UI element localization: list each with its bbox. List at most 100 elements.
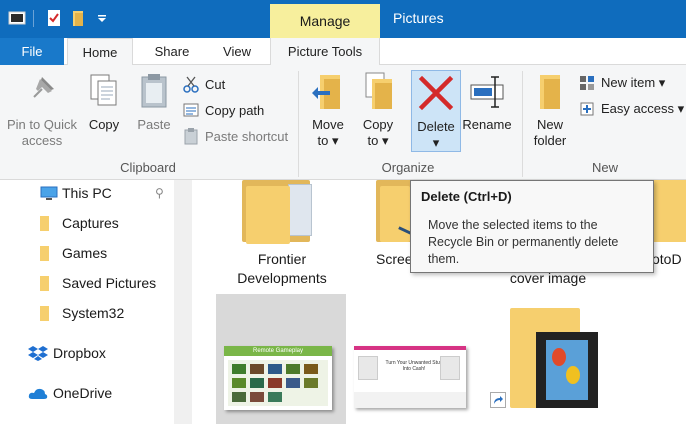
pin-label-line1: Pin to Quick <box>6 117 78 132</box>
paste-shortcut-button[interactable]: Paste shortcut <box>182 126 288 146</box>
window-icon[interactable] <box>8 9 26 27</box>
tab-file[interactable]: File <box>0 38 64 65</box>
paste-shortcut-icon <box>182 127 200 145</box>
tooltip-line: them. <box>428 252 460 266</box>
folder-item-frontier-developments[interactable]: Frontier Developments <box>220 180 344 290</box>
copy-path-icon <box>182 101 200 119</box>
move-to-button[interactable]: Move to ▾ <box>306 71 350 149</box>
thumbnail-ad-text: Turn Your Unwanted Stuff Into Cash! <box>385 360 443 372</box>
nav-item-label: Games <box>62 245 108 261</box>
rename-icon <box>469 71 505 111</box>
cut-label: Cut <box>205 76 226 92</box>
easy-access-icon <box>578 100 596 118</box>
image-item-selected[interactable]: Remote Gameplay <box>216 294 346 424</box>
move-to-label-line2: to ▾ <box>317 133 339 148</box>
computer-icon <box>40 185 58 201</box>
nav-item-label: Saved Pictures <box>62 275 157 291</box>
nav-item-games[interactable]: Games <box>40 241 107 265</box>
dropbox-icon <box>28 344 48 362</box>
group-separator <box>522 71 523 177</box>
paste-label: Paste <box>137 117 171 132</box>
paste-button[interactable]: Paste <box>132 71 176 133</box>
new-folder-label-line1: New <box>536 117 563 132</box>
move-to-label-line1: Move <box>312 117 344 132</box>
folder-icon <box>40 215 49 231</box>
copy-button[interactable]: Copy <box>84 71 124 133</box>
scissors-icon <box>182 75 200 93</box>
nav-item-dropbox[interactable]: Dropbox <box>28 341 106 365</box>
nav-item-label: System32 <box>62 305 125 321</box>
clipboard-group-label: Clipboard <box>120 160 176 175</box>
nav-item-label: Dropbox <box>53 345 106 361</box>
new-item-icon <box>578 74 596 92</box>
tab-share[interactable]: Share <box>143 38 201 65</box>
new-folder-icon <box>532 71 568 111</box>
customize-quick-access-icon[interactable] <box>93 9 111 27</box>
rename-label: Rename <box>462 117 512 132</box>
item-label-line1: Frontier <box>257 251 307 267</box>
folder-icon <box>40 305 49 321</box>
new-folder-button[interactable]: New folder <box>530 71 570 149</box>
nav-item-onedrive[interactable]: OneDrive <box>28 381 112 405</box>
folder-icon <box>654 180 686 242</box>
delete-x-icon <box>418 73 454 113</box>
new-folder-label-line2: folder <box>533 133 567 148</box>
nav-item-system32[interactable]: System32 <box>40 301 124 325</box>
nav-item-captures[interactable]: Captures <box>40 211 119 235</box>
rename-button[interactable]: Rename <box>462 71 512 133</box>
copy-label: Copy <box>88 117 120 132</box>
window-title: Pictures <box>393 10 444 26</box>
delete-label: Delete <box>417 119 455 134</box>
copy-to-label-line1: Copy <box>362 117 394 132</box>
copy-to-button[interactable]: Copy to ▾ <box>356 71 400 149</box>
delete-tooltip: Delete (Ctrl+D) Move the selected items … <box>410 180 654 273</box>
pin-label-line2: access <box>21 133 63 148</box>
ribbon-tab-row: File Home Share View Picture Tools <box>0 38 686 66</box>
delete-button[interactable]: Delete ▾ <box>411 70 461 152</box>
new-item-label: New item ▾ <box>601 75 666 90</box>
copy-icon <box>86 71 122 111</box>
onedrive-icon <box>28 386 48 400</box>
new-group-label: New <box>591 160 618 175</box>
cut-button[interactable]: Cut <box>182 74 225 94</box>
nav-pane-scrollbar[interactable] <box>174 180 192 424</box>
group-separator <box>298 71 299 177</box>
copy-to-label-line2: to ▾ <box>367 133 389 148</box>
new-folder-quick-icon[interactable] <box>70 9 88 27</box>
nav-item-saved-pictures[interactable]: Saved Pictures <box>40 271 156 295</box>
film-strip-icon <box>536 332 598 408</box>
tab-view[interactable]: View <box>210 38 264 65</box>
clipboard-icon <box>136 71 172 111</box>
copy-path-label: Copy path <box>205 102 265 118</box>
nav-item-this-pc[interactable]: This PC ⚲ <box>40 181 174 205</box>
copy-path-button[interactable]: Copy path <box>182 100 264 120</box>
new-item-button[interactable]: New item ▾ <box>578 73 665 93</box>
image-item-website[interactable]: Turn Your Unwanted Stuff Into Cash! <box>354 346 466 408</box>
navigation-pane: This PC ⚲ Captures Games Saved Pictures … <box>0 180 174 424</box>
delete-dropdown-icon[interactable]: ▾ <box>433 135 440 151</box>
pin-to-quick-access-button[interactable]: Pin to Quick access <box>4 71 80 149</box>
properties-icon[interactable] <box>45 9 63 27</box>
nav-item-label: OneDrive <box>53 385 113 401</box>
folder-icon <box>40 245 49 261</box>
easy-access-label: Easy access ▾ <box>601 101 685 116</box>
nav-item-label: This PC <box>62 185 112 201</box>
tab-home[interactable]: Home <box>67 38 133 66</box>
item-label-line2: Developments <box>237 270 327 286</box>
video-shortcut-item[interactable] <box>490 308 600 424</box>
quick-access-separator <box>33 10 34 27</box>
tooltip-line: Move the selected items to the <box>428 218 598 232</box>
item-label-line1: otoD <box>652 251 682 267</box>
pin-icon <box>24 71 60 111</box>
tooltip-body: Move the selected items to the Recycle B… <box>421 217 643 268</box>
tooltip-title: Delete (Ctrl+D) <box>421 189 512 204</box>
easy-access-button[interactable]: Easy access ▾ <box>578 99 684 119</box>
nav-item-label: Captures <box>62 215 119 231</box>
thumbnail-header: Remote Gameplay <box>224 346 332 356</box>
pin-icon: ⚲ <box>155 186 164 200</box>
tooltip-line: Recycle Bin or permanently delete <box>428 235 619 249</box>
tab-manage[interactable]: Manage <box>270 4 380 38</box>
folder-icon <box>40 275 49 291</box>
tab-picture-tools[interactable]: Picture Tools <box>270 38 380 65</box>
website-thumbnail: Remote Gameplay <box>224 346 332 410</box>
